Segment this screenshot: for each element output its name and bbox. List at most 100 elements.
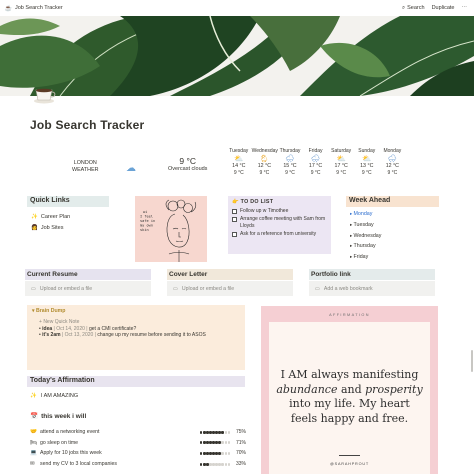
affirmation-text: ✨ I AM AMAZING: [30, 393, 79, 399]
checkbox[interactable]: [232, 232, 237, 238]
goals-list: 🤝 attend a networking event 75% 🛏 go sle…: [30, 427, 246, 469]
sparkle-icon: ✨: [30, 393, 37, 399]
breadcrumb-title[interactable]: Job Search Tracker: [15, 5, 63, 11]
affirmation-quote: I AM always manifesting abundance and pr…: [276, 368, 423, 425]
sketch-text: wi I feel safe in my own skin: [140, 210, 155, 232]
search-icon: ⌕: [402, 4, 406, 11]
forecast-day: Wednesday 🌦 12 °C 9 °C: [251, 148, 278, 176]
progress-bar: [200, 462, 231, 466]
resume-upload[interactable]: ▭ Upload or embed a file: [25, 281, 151, 296]
progress-segment: [224, 462, 227, 466]
cover-letter-heading: Cover Letter: [167, 269, 293, 280]
quick-links-heading: Quick Links: [27, 196, 109, 207]
progress-segment: [224, 441, 227, 445]
sun-cloud-icon: ⛅: [234, 154, 244, 164]
current-weather: 9 °C Overcast clouds: [168, 157, 207, 173]
current-desc: Overcast clouds: [168, 166, 208, 172]
scrollbar[interactable]: [471, 350, 473, 372]
portfolio-link-heading: Portfolio link: [309, 269, 435, 280]
monstera-leaves-image: [0, 16, 474, 96]
brain-dump-callout: ▾ Brain Dump + New Quick Note • idea | O…: [27, 305, 245, 370]
affirmation-heading: Today's Affirmation: [27, 376, 245, 387]
attachment-icon: ▭: [173, 285, 178, 292]
weather-location: LONDON WEATHER: [72, 160, 99, 173]
weather-widget: LONDON WEATHER ☁ 9 °C Overcast clouds Tu…: [30, 145, 444, 192]
person-icon: 👩: [31, 225, 38, 231]
checkbox[interactable]: [232, 209, 237, 214]
sun-cloud-icon: ⛅: [336, 154, 346, 164]
todo-heading: 👉 TO DO LIST: [232, 199, 274, 205]
page-icon: ☕: [4, 5, 13, 12]
todo-item[interactable]: Follow up w Timothee: [232, 208, 327, 214]
quick-link-career-plan[interactable]: ✨ Career Plan: [31, 212, 70, 223]
new-quick-note-button[interactable]: + New Quick Note: [39, 319, 240, 326]
affirmation-card-image: AFFIRMATION I AM always manifesting abun…: [261, 306, 438, 474]
toggle-monday[interactable]: Monday: [350, 209, 381, 220]
goal-row[interactable]: ✉ send my CV to 3 local companies 33%: [30, 459, 246, 470]
todo-item[interactable]: Ask for a reference from university: [232, 231, 327, 238]
goal-row[interactable]: 🛏 go sleep on time 71%: [30, 438, 246, 449]
checkbox[interactable]: [232, 217, 237, 223]
sun-cloud-icon: ⛅: [362, 154, 372, 164]
card-inner: I AM always manifesting abundance and pr…: [269, 322, 430, 474]
topbar-actions: ⌕ Search Duplicate ⋯: [402, 0, 467, 16]
divider: [339, 455, 360, 456]
toggle-thursday[interactable]: Thursday: [350, 241, 381, 252]
coffee-cup-icon: [33, 84, 57, 104]
note-item[interactable]: • idea | Oct 14, 2020 | get a CMI certif…: [39, 326, 240, 333]
bookmark-icon: ▭: [315, 285, 320, 292]
rain-icon: 🌧: [387, 154, 398, 164]
cover-image[interactable]: [0, 16, 474, 96]
sparkle-icon: ✨: [31, 214, 38, 220]
more-button[interactable]: ⋯: [462, 5, 468, 11]
forecast-day: Friday 🌧 17 °C 9 °C: [303, 148, 329, 176]
toggle-friday[interactable]: Friday: [350, 252, 381, 263]
forecast-day: Saturday ⛅ 17 °C 9 °C: [328, 148, 354, 176]
toggle-wednesday[interactable]: Wednesday: [350, 231, 382, 242]
goal-row[interactable]: 💻 Apply for 10 jobs this week 70%: [30, 448, 246, 459]
forecast-day: Thursday 🌧 15 °C 9 °C: [277, 148, 303, 176]
card-handle: @SARAHPROUT: [329, 462, 370, 466]
quick-links-list: ✨ Career Plan 👩 Job Sites: [31, 212, 70, 234]
attachment-icon: ▭: [31, 285, 36, 292]
todo-callout: 👉 TO DO LIST Follow up w Timothee Arrang…: [228, 196, 331, 254]
top-bar: ☕ Job Search Tracker ⌕ Search Duplicate ⋯: [0, 0, 474, 16]
search-button[interactable]: ⌕ Search: [402, 5, 425, 12]
quick-link-job-sites[interactable]: 👩 Job Sites: [31, 223, 70, 234]
progress-segment: [221, 441, 224, 445]
note-item[interactable]: • it's 2am | Oct 13, 2020 | change up my…: [39, 332, 240, 339]
current-resume-heading: Current Resume: [25, 269, 151, 280]
laptop-icon: 💻: [30, 450, 37, 457]
progress-segment: [227, 451, 231, 455]
forecast-days: Tuesday ⛅ 14 °C 9 °C Wednesday 🌦 12 °C 9 °C Th…: [226, 148, 405, 176]
progress-segment: [221, 462, 224, 466]
page-title: Job Search Tracker: [30, 118, 145, 132]
this-week-heading: 📅 this week i will: [30, 412, 87, 421]
current-temp: 9 °C: [179, 156, 197, 166]
mail-icon: ✉: [30, 461, 35, 468]
portfolio-bookmark[interactable]: ▭ Add a web bookmark: [309, 281, 435, 296]
handshake-icon: 🤝: [30, 429, 37, 436]
week-ahead-list: Monday Tuesday Wednesday Thursday Friday: [350, 209, 382, 263]
cloud-icon: ☁: [126, 163, 136, 174]
todo-item[interactable]: Arrange coffee meeting with Sam from Llo…: [232, 216, 327, 229]
progress-segment: [227, 462, 231, 466]
rain-icon: 🌧: [310, 154, 321, 164]
week-ahead-heading: Week Ahead: [346, 196, 439, 207]
brain-dump-heading[interactable]: ▾ Brain Dump: [32, 308, 240, 314]
forecast-day: Sunday ⛅ 13 °C 9 °C: [354, 148, 380, 176]
progress-bar: [200, 451, 231, 455]
more-icon: ⋯: [461, 5, 468, 11]
progress-segment: [227, 430, 231, 434]
rain-icon: 🌧: [285, 154, 295, 164]
card-caption: AFFIRMATION: [329, 313, 370, 317]
progress-segment: [224, 430, 227, 434]
progress-segment: [221, 430, 224, 434]
toggle-tuesday[interactable]: Tuesday: [350, 220, 381, 231]
bed-icon: 🛏: [30, 439, 37, 446]
duplicate-button[interactable]: Duplicate: [432, 5, 455, 11]
goal-row[interactable]: 🤝 attend a networking event 75%: [30, 427, 246, 438]
cover-letter-upload[interactable]: ▭ Upload or embed a file: [167, 281, 293, 296]
sun-rain-icon: 🌦: [259, 154, 270, 164]
progress-bar: [200, 430, 231, 434]
